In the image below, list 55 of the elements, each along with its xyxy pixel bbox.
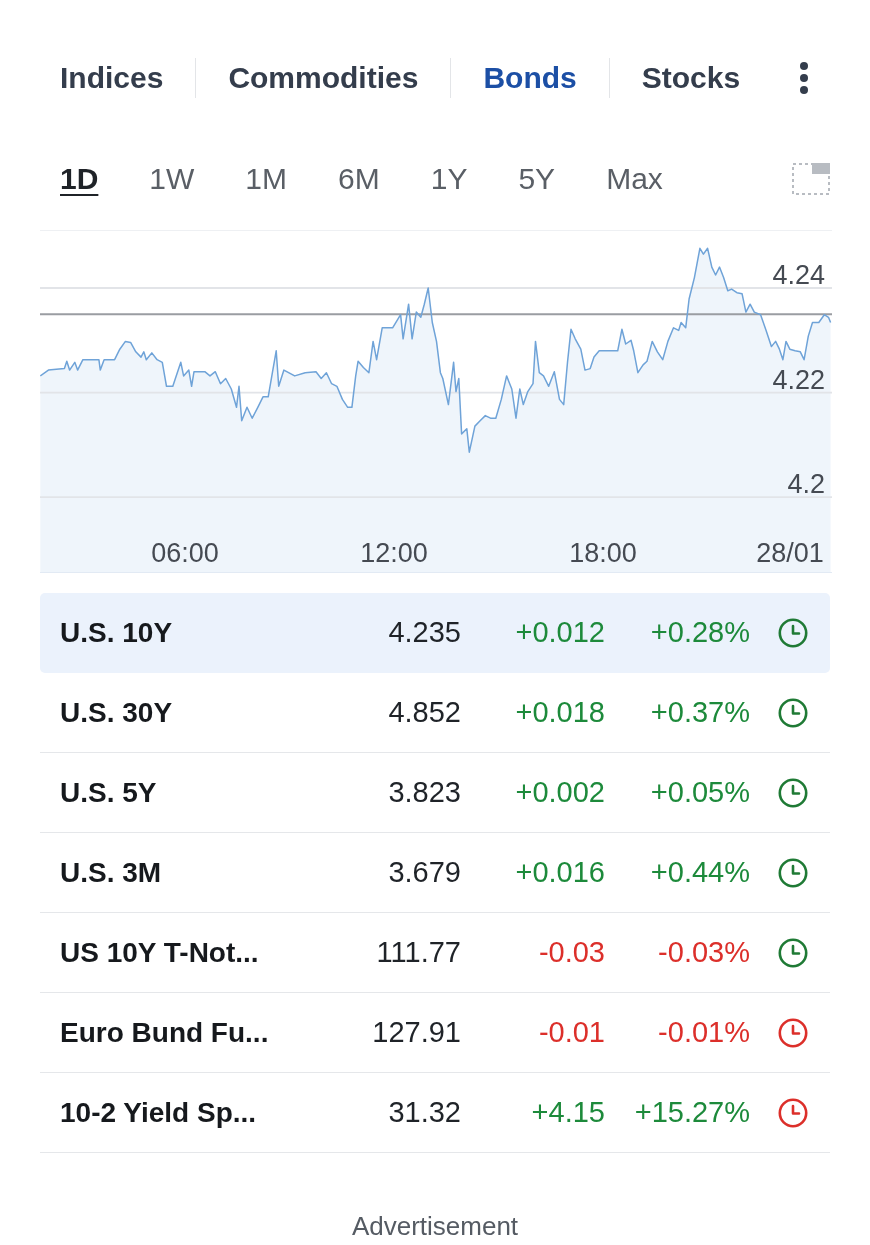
percent-change: +0.28% [649, 618, 750, 647]
last-price: 3.823 [387, 778, 461, 807]
table-row[interactable]: U.S. 30Y 4.852 +0.018 +0.37% [40, 673, 830, 753]
last-price: 4.235 [387, 618, 461, 647]
instrument-name: Euro Bund Fu... [60, 1018, 270, 1047]
percent-change: +0.44% [649, 858, 750, 887]
instrument-name: U.S. 30Y [60, 698, 174, 727]
instrument-name: U.S. 5Y [60, 778, 158, 807]
table-row[interactable]: US 10Y T-Not... 111.77 -0.03 -0.03% [40, 913, 830, 993]
percent-change: +15.27% [633, 1098, 750, 1127]
time-range-tab[interactable]: 5Y [518, 164, 556, 194]
x-axis-label: 18:00 [569, 538, 637, 568]
time-range-tab[interactable]: 1D [60, 164, 99, 194]
tab[interactable]: Stocks [641, 63, 741, 93]
price-change: +0.002 [514, 778, 605, 807]
y-axis-label: 4.2 [787, 469, 825, 500]
time-range-tab[interactable]: 6M [338, 164, 380, 194]
table-row[interactable]: U.S. 3M 3.679 +0.016 +0.44% [40, 833, 830, 913]
last-price: 3.679 [387, 858, 461, 887]
price-change: -0.01 [537, 1018, 605, 1047]
last-price: 4.852 [387, 698, 461, 727]
time-range-tab[interactable]: 1Y [430, 164, 468, 194]
instrument-name: US 10Y T-Not... [60, 938, 260, 967]
time-range-tab[interactable]: Max [606, 164, 663, 194]
tab[interactable]: Bonds [483, 63, 577, 93]
more-menu-icon[interactable] [798, 62, 810, 94]
instrument-name: U.S. 3M [60, 858, 163, 887]
last-price: 31.32 [387, 1098, 461, 1127]
price-change: +0.018 [514, 698, 605, 727]
table-row[interactable]: Euro Bund Fu... 127.91 -0.01 -0.01% [40, 993, 830, 1073]
tab[interactable]: Commodities [228, 63, 419, 93]
price-change: -0.03 [537, 938, 605, 967]
x-axis-label: 28/01 [756, 538, 824, 568]
y-axis-label: 4.22 [772, 364, 825, 395]
table-row[interactable]: U.S. 5Y 3.823 +0.002 +0.05% [40, 753, 830, 833]
percent-change: +0.05% [649, 778, 750, 807]
y-axis-label: 4.24 [772, 260, 825, 290]
last-price: 127.91 [371, 1018, 461, 1047]
x-axis-label: 06:00 [151, 538, 219, 568]
last-price: 111.77 [375, 938, 461, 967]
time-range-tab[interactable]: 1M [245, 164, 288, 194]
time-range-tab[interactable]: 1W [149, 164, 195, 194]
advertisement-label: Advertisement [351, 1211, 519, 1241]
table-row[interactable]: 10-2 Yield Sp... 31.32 +4.15 +15.27% [40, 1073, 830, 1153]
percent-change: -0.01% [657, 1018, 750, 1047]
instrument-name: 10-2 Yield Sp... [60, 1098, 258, 1127]
price-change: +0.012 [514, 618, 605, 647]
price-change: +4.15 [530, 1098, 605, 1127]
x-axis-label: 12:00 [360, 538, 428, 568]
table-row[interactable]: U.S. 10Y 4.235 +0.012 +0.28% [40, 593, 830, 673]
price-change: +0.016 [514, 858, 605, 887]
instrument-name: U.S. 10Y [60, 618, 174, 647]
tab[interactable]: Indices [60, 63, 164, 93]
percent-change: -0.03% [657, 938, 750, 967]
percent-change: +0.37% [649, 698, 750, 727]
